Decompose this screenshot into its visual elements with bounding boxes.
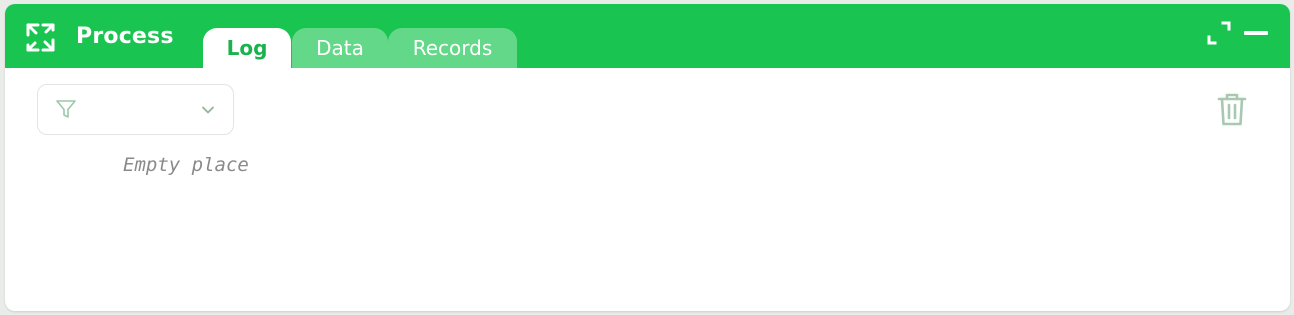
minimize-icon[interactable]	[1243, 22, 1269, 44]
tab-records[interactable]: Records	[388, 28, 517, 68]
chevron-down-icon	[202, 106, 214, 114]
expand-icon[interactable]	[1206, 20, 1232, 46]
tab-data[interactable]: Data	[292, 28, 388, 68]
panel-title: Process	[76, 24, 174, 49]
process-panel: Process Log Data Records Empty place	[5, 4, 1290, 311]
panel-header: Process Log Data Records	[5, 4, 1290, 68]
empty-log-message: Empty place	[123, 154, 249, 176]
filter-icon	[56, 100, 76, 118]
trash-icon[interactable]	[1217, 93, 1247, 127]
process-arrows-icon	[26, 23, 55, 52]
tab-log[interactable]: Log	[203, 28, 291, 68]
log-filter-select[interactable]	[37, 84, 234, 135]
